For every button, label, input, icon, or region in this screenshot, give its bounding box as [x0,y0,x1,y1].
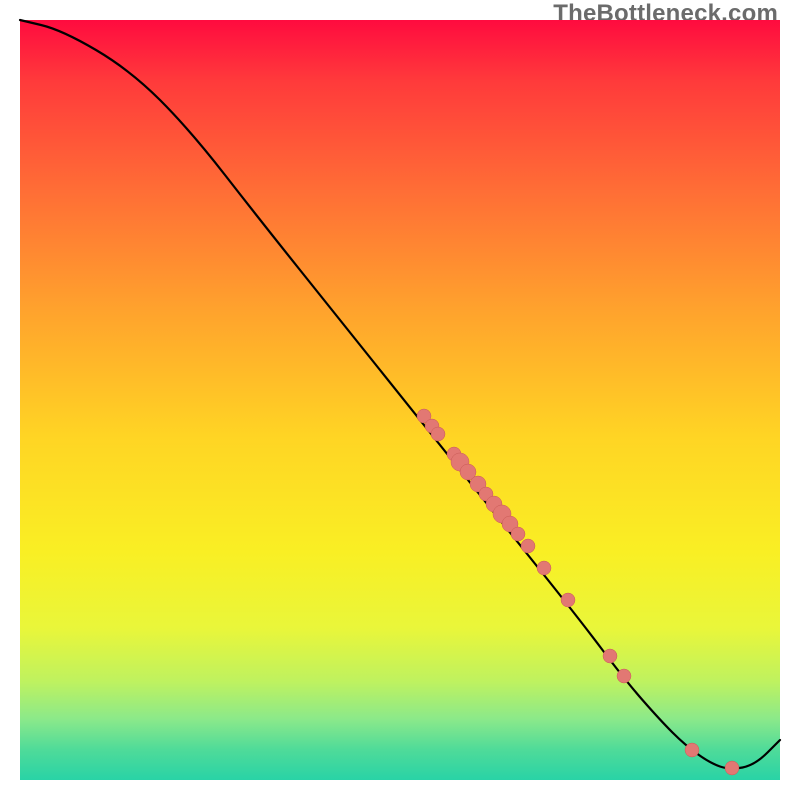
chart-container: TheBottleneck.com [0,0,800,800]
data-point [617,669,631,683]
data-point [725,761,739,775]
data-point [561,593,575,607]
data-points-group [417,409,739,775]
data-point [431,427,445,441]
chart-overlay-svg [20,20,780,780]
bottleneck-curve [20,20,780,769]
data-point [603,649,617,663]
data-point [511,527,525,541]
data-point [537,561,551,575]
data-point [521,539,535,553]
data-point [685,743,699,757]
